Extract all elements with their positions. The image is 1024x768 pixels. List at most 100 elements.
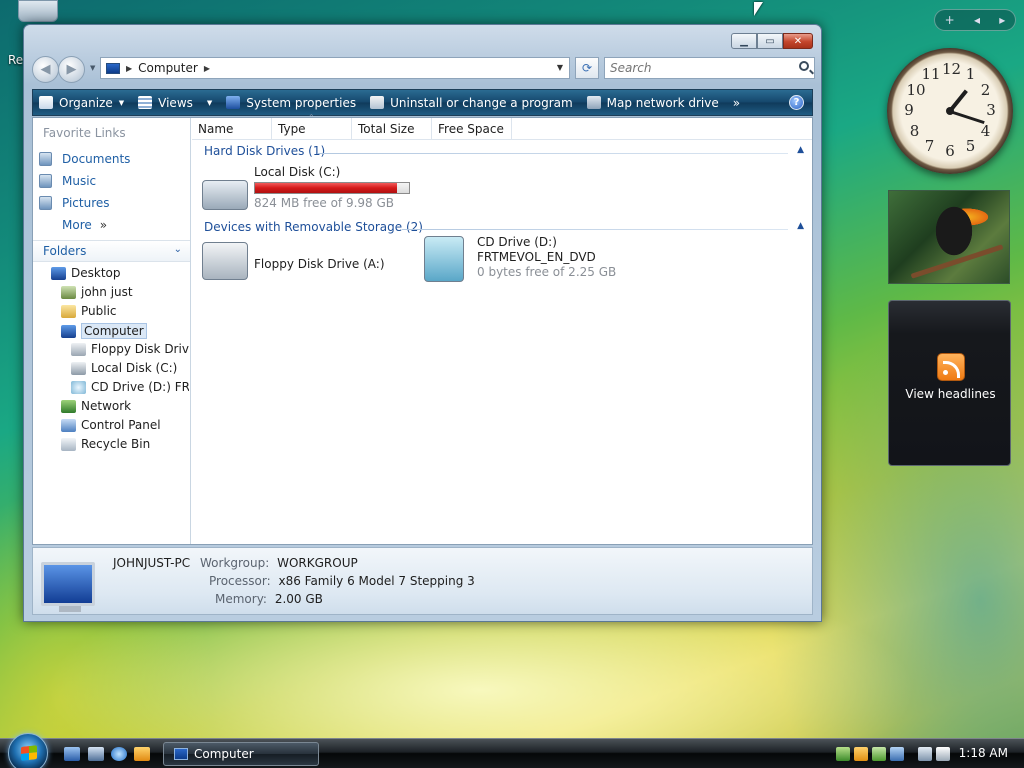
memory-row: Memory: 2.00 GB [215, 592, 323, 606]
search-icon[interactable] [799, 61, 809, 71]
organize-icon [39, 96, 53, 109]
hard-drive-icon [71, 361, 86, 375]
favorite-more[interactable]: More » [62, 218, 107, 232]
minimize-button[interactable]: ▁ [731, 33, 757, 49]
address-dropdown-icon[interactable]: ▼ [557, 63, 563, 72]
back-button[interactable]: ◀ [32, 56, 59, 83]
address-bar[interactable]: ▶ Computer ▶ ▼ [100, 57, 570, 79]
workgroup-row: Workgroup: WORKGROUP [200, 556, 358, 570]
defender-icon[interactable] [872, 747, 886, 761]
previous-gadgets-button[interactable]: ◂ [974, 13, 980, 27]
system-properties-button[interactable]: System properties [226, 96, 356, 110]
slideshow-gadget[interactable] [888, 190, 1010, 284]
security-alert-icon[interactable] [854, 747, 868, 761]
collapse-group-icon[interactable]: ▲ [797, 221, 804, 231]
recycle-bin-desktop-icon[interactable] [18, 0, 58, 22]
recycle-bin-icon [61, 437, 76, 451]
uninstall-program-button[interactable]: Uninstall or change a program [370, 96, 573, 110]
tree-label: Local Disk (C:) [91, 361, 178, 375]
forward-button[interactable]: ▶ [58, 56, 85, 83]
slideshow-photo [910, 244, 1004, 279]
system-clock[interactable]: 1:18 AM [959, 746, 1008, 760]
network-status-icon[interactable] [836, 747, 850, 761]
floppy-drive-icon[interactable] [202, 242, 248, 280]
tree-item-recycle-bin[interactable]: Recycle Bin [61, 437, 150, 451]
show-desktop-icon[interactable] [64, 747, 80, 761]
tree-item-floppy[interactable]: Floppy Disk Drive [71, 342, 189, 356]
views-button[interactable]: Views ▼ [138, 96, 212, 110]
cd-drive-icon[interactable] [424, 236, 464, 282]
favorite-label: Music [62, 174, 97, 188]
taskbar-button-label: Computer [194, 747, 254, 761]
map-network-drive-button[interactable]: Map network drive [586, 96, 719, 110]
recent-pages-dropdown[interactable]: ▼ [90, 64, 95, 72]
breadcrumb-arrow-icon[interactable]: ▶ [126, 64, 132, 73]
chevron-down-icon: ⌄ [173, 244, 182, 255]
tree-item-control-panel[interactable]: Control Panel [61, 418, 161, 432]
documents-icon [39, 152, 52, 166]
group-heading: Hard Disk Drives (1) [204, 144, 326, 158]
tree-label: Recycle Bin [81, 437, 151, 451]
help-icon[interactable]: ? [789, 95, 804, 110]
hard-drive-icon[interactable] [202, 180, 248, 210]
breadcrumb-arrow-icon[interactable]: ▶ [204, 64, 210, 73]
memory-key: Memory: [215, 592, 267, 606]
tree-item-network[interactable]: Network [61, 399, 131, 413]
feed-headlines-gadget[interactable]: View headlines [888, 300, 1011, 466]
group-hard-disk-drives[interactable]: Hard Disk Drives (1) [204, 144, 325, 158]
column-header-total-size[interactable]: Total Size [352, 118, 432, 140]
more-commands-button[interactable]: » [733, 96, 740, 110]
sort-indicator-icon: ⌃ [308, 113, 315, 122]
group-divider [318, 153, 788, 154]
view-headlines-label[interactable]: View headlines [889, 387, 1012, 401]
tree-item-cd-drive[interactable]: CD Drive (D:) FRTI [71, 380, 189, 394]
cd-drive-name[interactable]: CD Drive (D:) [477, 235, 557, 249]
details-pane: JOHNJUST-PC Workgroup: WORKGROUP Process… [32, 547, 813, 615]
close-button[interactable]: ✕ [783, 33, 813, 49]
tree-item-computer[interactable]: Computer [61, 323, 147, 339]
clock-gadget[interactable]: 12 1 2 3 4 5 6 7 8 9 10 11 [887, 48, 1013, 174]
collapse-group-icon[interactable]: ▲ [797, 145, 804, 155]
maximize-button[interactable]: ▭ [757, 33, 783, 49]
switch-windows-icon[interactable] [88, 747, 104, 761]
folders-header[interactable]: Folders ⌄ [33, 240, 190, 262]
favorite-music[interactable]: Music [39, 174, 96, 188]
column-header-name[interactable]: Name [192, 118, 272, 140]
computer-icon [106, 62, 120, 74]
next-gadgets-button[interactable]: ▸ [999, 13, 1005, 27]
add-gadget-button[interactable]: + [945, 13, 955, 27]
breadcrumb-computer[interactable]: Computer [138, 61, 198, 75]
start-button[interactable] [8, 733, 48, 768]
taskbar-button-computer[interactable]: Computer [163, 742, 319, 766]
group-removable-storage[interactable]: Devices with Removable Storage (2) [204, 220, 423, 234]
group-divider [402, 229, 788, 230]
column-header-free-space[interactable]: Free Space [432, 118, 512, 140]
user-folder-icon [61, 285, 76, 299]
tree-item-desktop[interactable]: Desktop [51, 266, 121, 280]
clock-numeral: 4 [980, 121, 991, 140]
sync-icon[interactable] [890, 747, 904, 761]
navigation-pane: Favorite Links Documents Music Pictures … [33, 118, 191, 544]
network-connection-icon[interactable] [918, 747, 932, 761]
tree-label: john just [81, 285, 133, 299]
local-disk-name[interactable]: Local Disk (C:) [254, 165, 340, 179]
tree-item-public[interactable]: Public [61, 304, 117, 318]
tree-item-local-disk[interactable]: Local Disk (C:) [71, 361, 189, 375]
floppy-drive-name[interactable]: Floppy Disk Drive (A:) [254, 257, 385, 271]
search-input[interactable] [605, 58, 785, 78]
search-box[interactable] [604, 57, 815, 79]
organize-button[interactable]: Organize ▼ [39, 96, 124, 110]
favorite-label: Documents [62, 152, 131, 166]
volume-muted-icon[interactable] [936, 747, 950, 761]
media-player-icon[interactable] [134, 747, 150, 761]
favorite-documents[interactable]: Documents [39, 152, 130, 166]
internet-explorer-icon[interactable] [111, 747, 127, 761]
mouse-cursor-icon [754, 2, 763, 16]
favorite-label: Pictures [62, 196, 110, 210]
views-label: Views [158, 95, 193, 110]
refresh-button[interactable]: ⟳ [575, 57, 599, 79]
desktop-icon-label[interactable]: Re [8, 53, 23, 67]
organize-label: Organize [59, 95, 113, 110]
favorite-pictures[interactable]: Pictures [39, 196, 110, 210]
tree-item-user[interactable]: john just [61, 285, 133, 299]
